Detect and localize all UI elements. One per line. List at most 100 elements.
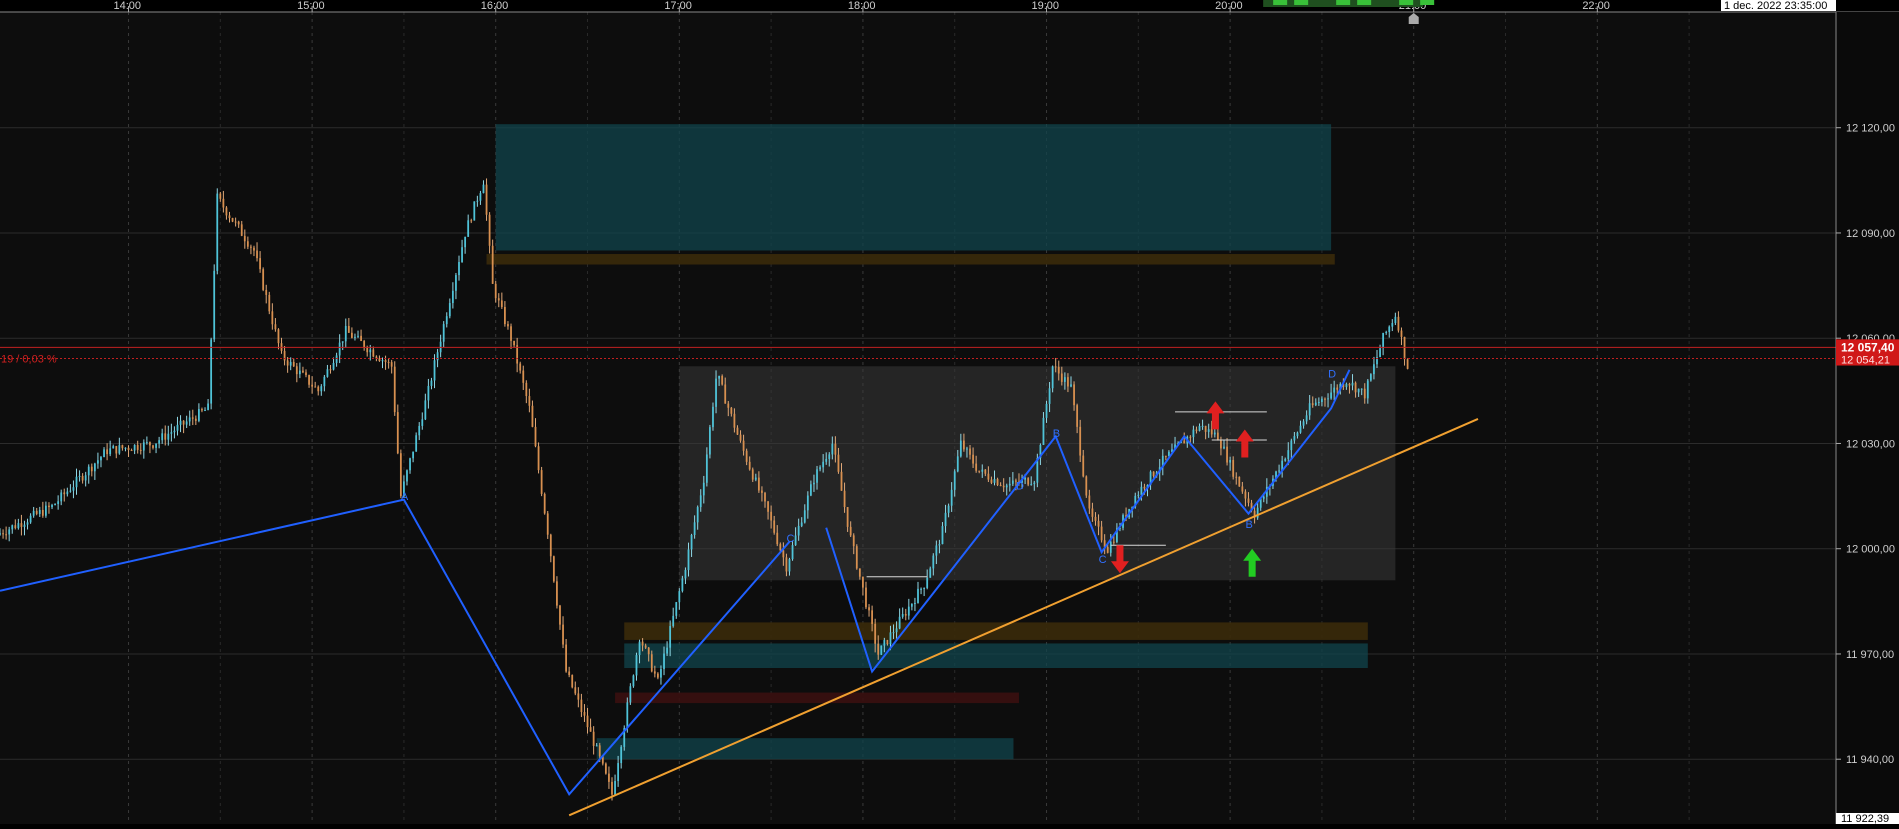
price-tick-label: 11 970,00 (1846, 649, 1894, 661)
candle-body (338, 342, 341, 356)
candle-body (366, 347, 369, 353)
candle-body (1002, 485, 1005, 488)
time-tick-label: 19:00 (1032, 0, 1060, 12)
candle-body (1091, 508, 1094, 517)
candle-body (121, 445, 124, 449)
candle-body (687, 549, 690, 571)
candle-body (149, 442, 151, 446)
candle-body (1192, 429, 1195, 438)
time-tick-label: 15:00 (297, 0, 325, 12)
candle-body (369, 349, 372, 353)
candle-body (8, 529, 11, 535)
candle-body (173, 430, 176, 433)
candle-body (1314, 402, 1317, 406)
candle-body (45, 505, 47, 516)
candle-body (797, 525, 800, 536)
candle-body (494, 283, 497, 299)
candle-body (75, 476, 78, 488)
candle-body (843, 490, 846, 508)
candle-body (158, 440, 161, 444)
candle-body (629, 686, 632, 703)
candle-body (528, 396, 531, 406)
time-tick-label: 14:00 (114, 0, 142, 12)
candle-body (35, 510, 38, 514)
candle-body (785, 557, 788, 572)
candle-body (133, 444, 136, 451)
candle-body (1290, 440, 1293, 451)
candle-body (1241, 486, 1244, 492)
candle-body (179, 420, 182, 425)
candle-body (944, 512, 947, 527)
candle-body (690, 535, 693, 550)
candle-body (246, 241, 249, 247)
candle-body (194, 418, 197, 421)
status-indicator (1273, 0, 1288, 5)
candle-body (996, 479, 999, 486)
time-axis-background (0, 0, 1899, 12)
candle-body (479, 193, 482, 201)
candle-body (831, 443, 834, 455)
candle-body (497, 298, 500, 301)
candle-body (387, 362, 390, 364)
candle-body (522, 370, 525, 383)
candle-body (115, 446, 118, 454)
second-price-label: 12 054,21 (1841, 355, 1890, 367)
candle-body (972, 454, 974, 464)
price-chart[interactable]: A C B C B D D 14:00 15:00 16:00 17:00 18:00 19:00 20… (0, 0, 1899, 825)
candle-body (531, 405, 534, 427)
wave-label: D (1016, 481, 1024, 493)
candle-body (604, 763, 607, 774)
candle-body (803, 510, 806, 523)
candle-body (326, 369, 329, 377)
candle-body (1008, 483, 1011, 486)
candle-body (295, 366, 298, 375)
price-tick-label: 12 030,00 (1846, 438, 1895, 450)
candle-body (23, 524, 26, 527)
candle-body (1336, 387, 1339, 390)
candle-body (445, 316, 448, 325)
candle-body (819, 467, 821, 470)
candle-body (1238, 476, 1241, 487)
candle-body (773, 520, 776, 533)
candle-body (641, 641, 644, 646)
candle-body (219, 193, 222, 199)
candle-body (72, 487, 75, 491)
chart-container[interactable]: A C B C B D D 14:00 15:00 16:00 17:00 18:00 19:00 20… (0, 0, 1899, 825)
candle-body (1369, 374, 1372, 381)
candle-body (1060, 373, 1063, 382)
candle-body (198, 409, 200, 421)
candle-body (1033, 482, 1036, 485)
candle-body (1397, 316, 1400, 331)
candle-body (1063, 377, 1066, 382)
candle-body (182, 420, 185, 425)
candle-body (592, 731, 595, 746)
candle-body (504, 306, 506, 325)
candle-body (620, 746, 623, 764)
candle-body (442, 324, 445, 342)
candle-body (883, 640, 886, 646)
candle-body (990, 479, 993, 483)
candle-body (1198, 426, 1201, 431)
candle-body (770, 511, 773, 521)
candle-body (1070, 384, 1072, 387)
candle-body (556, 581, 558, 606)
candle-body (243, 235, 246, 242)
candle-body (1403, 336, 1406, 360)
candle-body (1223, 446, 1225, 449)
candle-body (736, 427, 739, 435)
candle-body (975, 463, 978, 471)
candle-body (1054, 366, 1057, 368)
candle-body (396, 412, 399, 454)
candle-body (213, 270, 216, 340)
candle-body (308, 375, 310, 385)
candle-body (1357, 388, 1360, 393)
candle-body (510, 326, 512, 341)
candle-body (721, 375, 724, 385)
candle-body (11, 525, 14, 530)
candle-body (2, 533, 4, 535)
candle-body (751, 469, 754, 480)
candle-body (626, 702, 629, 729)
candle-body (880, 645, 883, 655)
candle-body (360, 335, 362, 341)
change-label: 19 / 0,03 % (1, 354, 57, 366)
